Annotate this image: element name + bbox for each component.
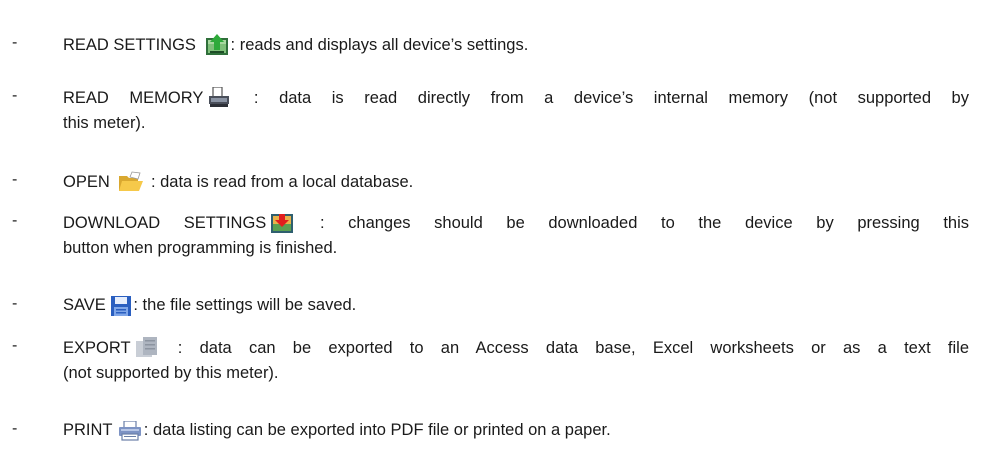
- list-item-line: SAVE : the file settings will be saved.: [63, 295, 356, 316]
- export-icon: [135, 337, 159, 359]
- item-description: : changes should be downloaded to the de…: [296, 214, 969, 232]
- list-item-line: EXPORT : data can be exported to an Acce…: [63, 337, 969, 359]
- item-description: : the file settings will be saved.: [133, 296, 357, 314]
- list-item-line: PRINT : data listing can be exported int…: [63, 420, 611, 441]
- list-item-line: OPEN : data is read from a local databas…: [63, 171, 413, 193]
- item-description: : data listing can be exported into PDF …: [143, 421, 611, 439]
- open-folder-icon: [118, 171, 144, 193]
- item-description: : data is read from a local database.: [146, 173, 414, 191]
- list-item-line-continued: this meter).: [63, 114, 146, 132]
- list-item-line-continued: button when programming is finished.: [63, 239, 338, 257]
- read-settings-icon: [205, 34, 229, 56]
- item-label: READ MEMORY: [63, 89, 204, 107]
- list-item-line: READ SETTINGS : reads and displays all d…: [63, 34, 528, 56]
- item-description: : data is read directly from a device’s …: [253, 89, 969, 107]
- item-label: READ SETTINGS: [63, 36, 196, 54]
- list-item-line: READ MEMORY : data is read directly from…: [63, 87, 969, 109]
- bullet-dash: -: [12, 34, 18, 51]
- item-label: DOWNLOAD SETTINGS: [63, 214, 267, 232]
- bullet-dash: -: [12, 212, 18, 229]
- document-page: { "items": [ { "label": "READ SETTINGS",…: [0, 0, 982, 467]
- bullet-dash: -: [12, 171, 18, 188]
- save-icon: [111, 296, 132, 316]
- item-label: OPEN: [63, 173, 110, 191]
- bullet-dash: -: [12, 295, 18, 312]
- bullet-dash: -: [12, 87, 18, 104]
- read-memory-icon: [207, 87, 231, 109]
- item-label: SAVE: [63, 296, 106, 314]
- item-description: : data can be exported to an Access data…: [160, 339, 969, 357]
- bullet-dash: -: [12, 420, 18, 437]
- bullet-dash: -: [12, 337, 18, 354]
- download-settings-icon: [270, 212, 294, 234]
- list-item-line: DOWNLOAD SETTINGS : changes should be do…: [63, 212, 969, 234]
- item-label: PRINT: [63, 421, 113, 439]
- item-label: EXPORT: [63, 339, 131, 357]
- print-icon: [118, 421, 142, 441]
- item-description: : reads and displays all device’s settin…: [230, 36, 529, 54]
- list-item-line-continued: (not supported by this meter).: [63, 364, 279, 382]
